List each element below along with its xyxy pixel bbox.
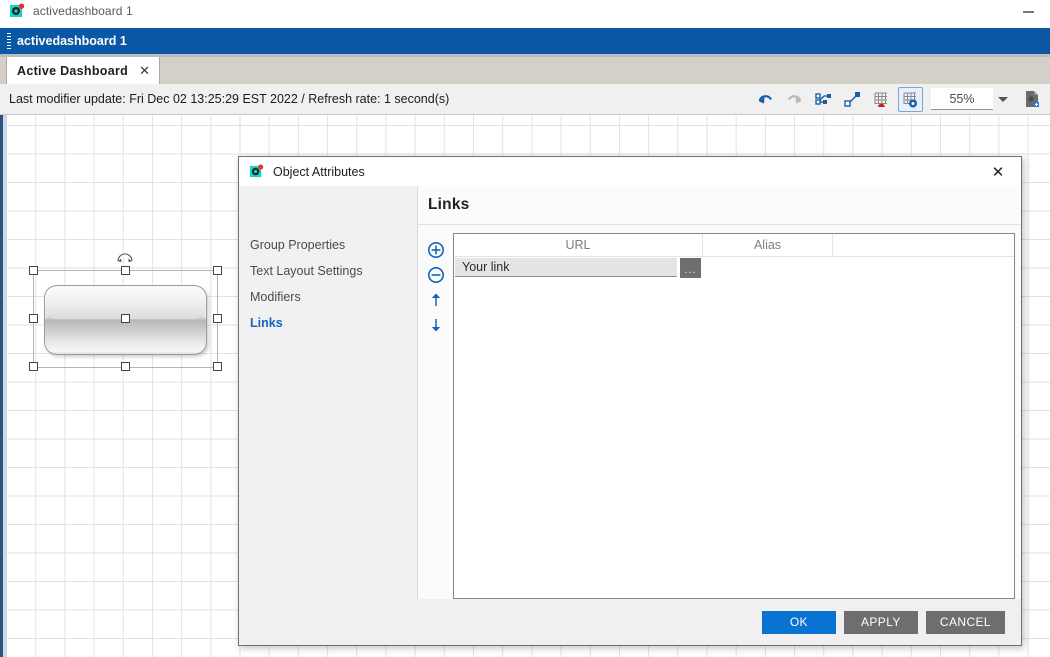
- browse-button[interactable]: ...: [680, 258, 701, 278]
- content-header: Links: [418, 186, 1021, 225]
- add-row-icon[interactable]: [425, 239, 447, 261]
- os-titlebar: activedashboard 1: [0, 0, 1050, 21]
- page-title: Links: [428, 196, 470, 213]
- ok-button[interactable]: OK: [761, 610, 836, 634]
- drag-grip-icon[interactable]: [7, 33, 11, 49]
- canvas-left-edge-light: [3, 115, 7, 657]
- status-toolbar-row: Last modifier update: Fri Dec 02 13:25:2…: [0, 84, 1050, 115]
- dialog-titlebar: Object Attributes ✕: [239, 157, 1021, 186]
- distribute-icon[interactable]: [811, 87, 836, 112]
- close-icon[interactable]: ✕: [984, 157, 1012, 186]
- table-header-row: URL Alias: [454, 234, 1014, 257]
- app-icon: [9, 3, 25, 19]
- tab-active-dashboard[interactable]: Active Dashboard ✕: [6, 57, 160, 84]
- toolbar: 55%: [751, 84, 1046, 114]
- move-handle-center[interactable]: [121, 314, 130, 323]
- url-input[interactable]: Your link: [455, 258, 677, 277]
- nav-item-modifiers[interactable]: Modifiers: [239, 284, 417, 310]
- dialog-nav-list: Group Properties Text Layout Settings Mo…: [239, 186, 418, 599]
- chevron-down-icon[interactable]: [993, 89, 1013, 110]
- snap-to-grid-icon[interactable]: [869, 87, 894, 112]
- last-update-status: Last modifier update: Fri Dec 02 13:25:2…: [9, 92, 450, 106]
- os-window-title: activedashboard 1: [33, 3, 133, 18]
- rotate-handle-icon[interactable]: [116, 249, 134, 262]
- resize-handle-n[interactable]: [121, 266, 130, 275]
- nav-item-links[interactable]: Links: [239, 310, 417, 336]
- export-document-icon[interactable]: [1019, 87, 1044, 112]
- nav-item-label: Text Layout Settings: [250, 264, 363, 278]
- resize-handle-sw[interactable]: [29, 362, 38, 371]
- resize-handle-ne[interactable]: [213, 266, 222, 275]
- nav-item-label: Modifiers: [250, 290, 301, 304]
- tab-label: Active Dashboard: [17, 63, 129, 78]
- dialog-footer: OK APPLY CANCEL: [239, 599, 1021, 645]
- remove-row-icon[interactable]: [425, 264, 447, 286]
- connector-icon[interactable]: [840, 87, 865, 112]
- apply-button[interactable]: APPLY: [843, 610, 918, 634]
- resize-handle-e[interactable]: [213, 314, 222, 323]
- column-header-alias[interactable]: Alias: [703, 234, 833, 257]
- dialog-title: Object Attributes: [273, 164, 365, 179]
- column-header-filler: [833, 234, 1014, 257]
- close-icon[interactable]: ✕: [139, 64, 150, 77]
- app-caption-bar: activedashboard 1: [0, 28, 1050, 54]
- move-down-icon[interactable]: [425, 314, 447, 336]
- dialog-body: Group Properties Text Layout Settings Mo…: [239, 186, 1021, 599]
- nav-item-label: Group Properties: [250, 238, 346, 252]
- app-caption-title: activedashboard 1: [17, 34, 127, 48]
- app-window: activedashboard 1 activedashboard 1 Acti…: [0, 0, 1050, 657]
- move-up-icon[interactable]: [425, 289, 447, 311]
- minimize-button[interactable]: [1023, 11, 1034, 13]
- content-main: URL Alias Your link ...: [418, 225, 1021, 599]
- nav-item-text-layout-settings[interactable]: Text Layout Settings: [239, 258, 417, 284]
- object-attributes-dialog: Object Attributes ✕ Group Properties Tex…: [238, 156, 1022, 646]
- redo-icon: [782, 87, 807, 112]
- show-grid-icon[interactable]: [898, 86, 923, 112]
- nav-item-group-properties[interactable]: Group Properties: [239, 232, 417, 258]
- resize-handle-w[interactable]: [29, 314, 38, 323]
- app-icon: [249, 164, 264, 179]
- cancel-button[interactable]: CANCEL: [925, 610, 1005, 634]
- tab-strip: Active Dashboard ✕: [0, 54, 1050, 84]
- links-table[interactable]: URL Alias Your link ...: [453, 233, 1015, 599]
- column-header-url[interactable]: URL: [454, 234, 703, 257]
- resize-handle-nw[interactable]: [29, 266, 38, 275]
- zoom-level-value[interactable]: 55%: [931, 88, 993, 110]
- dialog-content-panel: Links URL Alias Your link ...: [418, 186, 1021, 599]
- resize-handle-s[interactable]: [121, 362, 130, 371]
- undo-icon[interactable]: [753, 87, 778, 112]
- nav-item-label: Links: [250, 316, 283, 330]
- row-tool-buttons: [418, 233, 453, 599]
- resize-handle-se[interactable]: [213, 362, 222, 371]
